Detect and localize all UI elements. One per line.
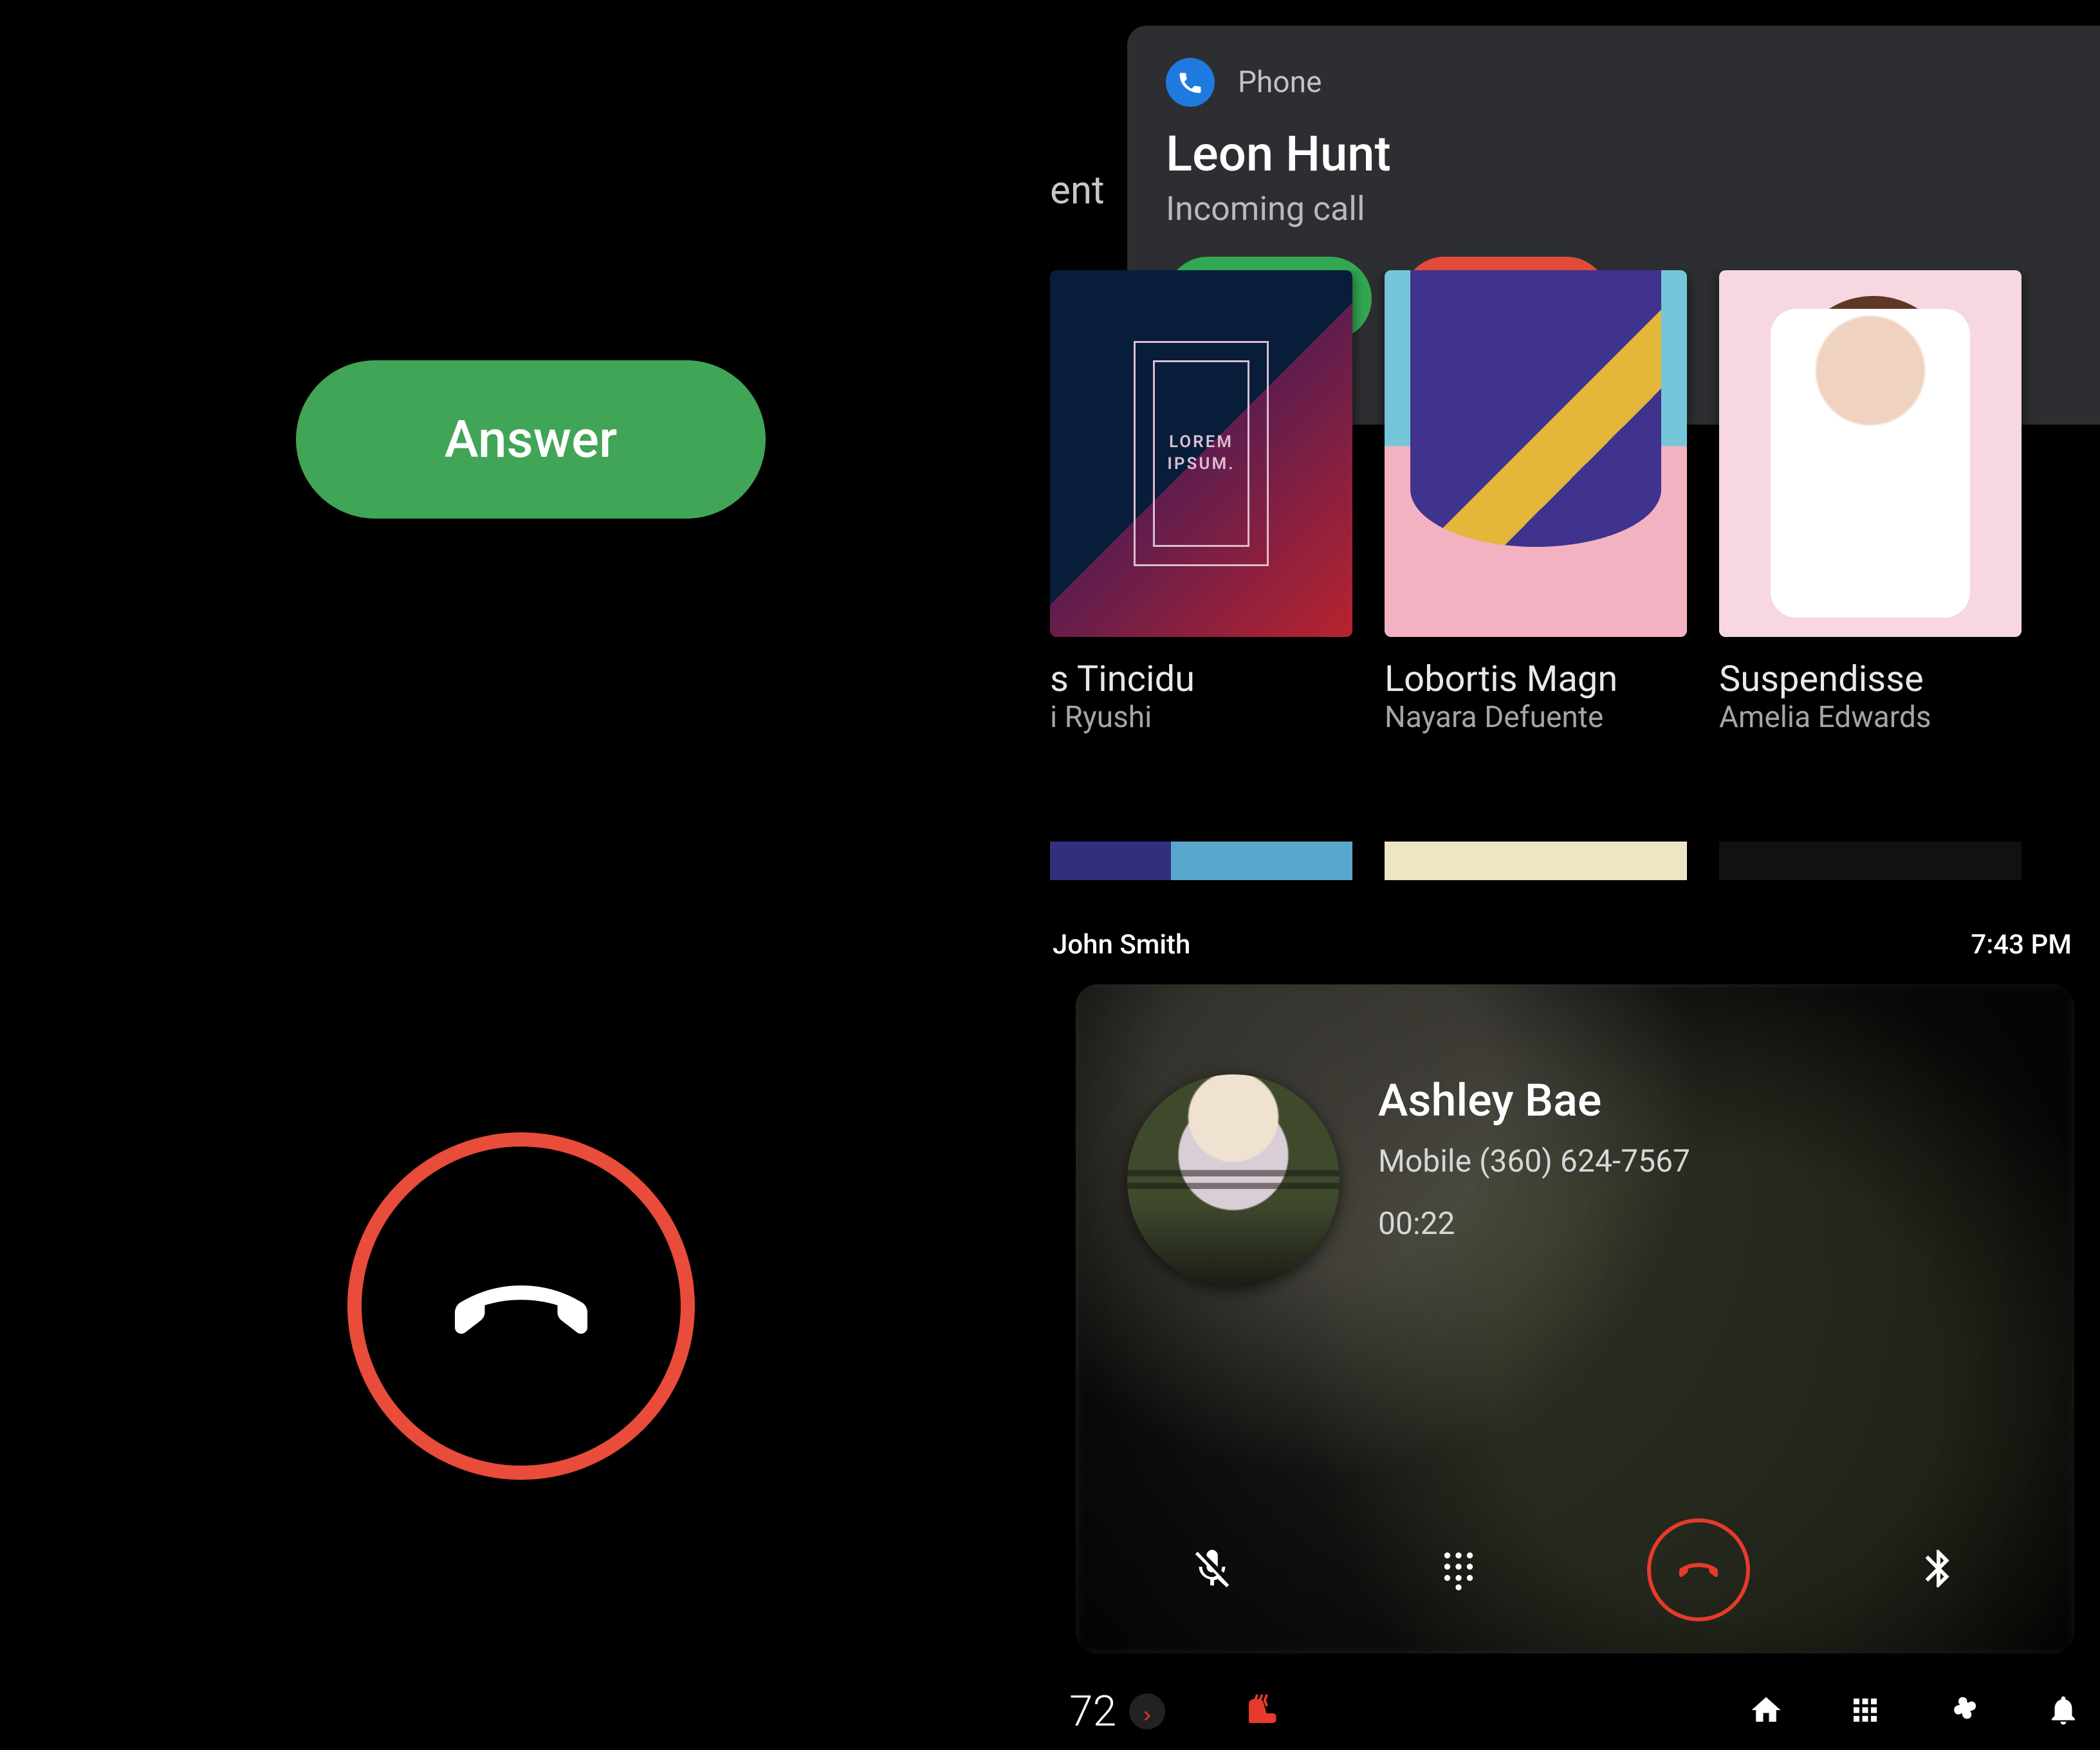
mute-button[interactable] — [1154, 1512, 1270, 1628]
contact-phone: Mobile (360) 624-7567 — [1378, 1143, 1690, 1179]
hun-caller-name: Leon Hunt — [1166, 125, 2099, 183]
seat-heat-button[interactable] — [1242, 1691, 1281, 1732]
answer-button-large-label: Answer — [445, 409, 618, 470]
phone-app-icon — [1166, 58, 1215, 107]
dialpad-icon — [1436, 1546, 1481, 1594]
fan-icon — [1947, 1718, 1982, 1730]
hun-app-label: Phone — [1238, 65, 1322, 100]
nav-home-button[interactable] — [1749, 1693, 1783, 1730]
hvac-temp[interactable]: 72 — [1069, 1687, 1165, 1736]
album-art-1 — [1385, 270, 1687, 637]
apps-icon — [1848, 1718, 1883, 1730]
nav-fan-button[interactable] — [1947, 1693, 1982, 1730]
home-icon — [1749, 1718, 1783, 1730]
media-row-2 — [1050, 842, 2022, 880]
contact-avatar — [1127, 1074, 1340, 1287]
album-art-4[interactable] — [1385, 842, 1687, 880]
hun-subtitle: Incoming call — [1166, 189, 2099, 228]
nav-notifications-button[interactable] — [2046, 1693, 2081, 1730]
album-art-5[interactable] — [1719, 842, 2022, 880]
call-controls — [1076, 1493, 2074, 1653]
bell-icon — [2046, 1718, 2081, 1730]
left-region: Answer — [0, 0, 1050, 1750]
partial-text-ent: ent — [1050, 167, 1105, 213]
media-artist-2: Amelia Edwards — [1719, 700, 2022, 735]
mic-off-icon — [1190, 1546, 1235, 1594]
album-art-0-label: LOREM IPSUM. — [1153, 360, 1249, 547]
device-owner-label: John Smith — [1053, 929, 1190, 961]
call-duration: 00:22 — [1378, 1205, 1690, 1242]
media-card-2[interactable]: Suspendisse Amelia Edwards — [1719, 270, 2022, 735]
media-row: LOREM IPSUM. s Tincidu i Ryushi Lobortis… — [1050, 270, 2100, 735]
phone-down-icon — [1670, 1546, 1727, 1594]
media-artist-0: i Ryushi — [1050, 700, 1352, 735]
end-call-button-large[interactable] — [347, 1132, 695, 1480]
end-call-button[interactable] — [1647, 1518, 1750, 1621]
album-art-3[interactable] — [1050, 842, 1352, 880]
media-artist-1: Nayara Defuente — [1385, 700, 1687, 735]
contact-name: Ashley Bae — [1378, 1074, 1690, 1127]
album-art-0: LOREM IPSUM. — [1050, 270, 1352, 637]
media-card-1[interactable]: Lobortis Magn Nayara Defuente — [1385, 270, 1687, 735]
active-call-card: Ashley Bae Mobile (360) 624-7567 00:22 — [1076, 984, 2074, 1653]
album-art-2 — [1719, 270, 2022, 637]
phone-down-icon — [444, 1228, 598, 1385]
chevron-right-icon — [1138, 1687, 1157, 1736]
seat-heat-icon — [1242, 1720, 1281, 1732]
clock: 7:43 PM — [1971, 929, 2072, 961]
dialpad-button[interactable] — [1401, 1512, 1516, 1628]
media-title-0: s Tincidu — [1050, 658, 1352, 700]
media-card-0[interactable]: LOREM IPSUM. s Tincidu i Ryushi — [1050, 270, 1352, 735]
right-region: ent Phone Leon Hunt Incoming call Answer… — [1050, 0, 2100, 1750]
bluetooth-button[interactable] — [1881, 1512, 1996, 1628]
hvac-chevron[interactable] — [1129, 1693, 1165, 1729]
nav-apps-button[interactable] — [1848, 1693, 1883, 1730]
system-nav-bar: 72 — [1050, 1673, 2100, 1750]
answer-button-large[interactable]: Answer — [296, 360, 766, 519]
media-title-1: Lobortis Magn — [1385, 658, 1687, 700]
status-bar: John Smith 7:43 PM — [1053, 920, 2095, 967]
hvac-temp-value: 72 — [1069, 1687, 1116, 1736]
media-title-2: Suspendisse — [1719, 658, 2022, 700]
bluetooth-icon — [1916, 1546, 1961, 1594]
